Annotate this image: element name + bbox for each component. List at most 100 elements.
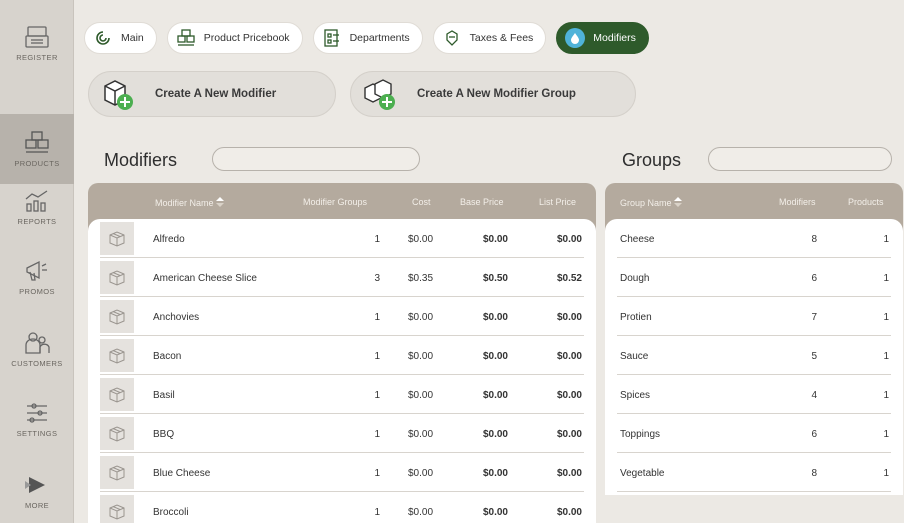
- modifier-list-price: $0.00: [556, 429, 582, 440]
- nav-more-label: MORE: [24, 501, 50, 510]
- megaphone-icon: [26, 260, 47, 281]
- create-modifier-button[interactable]: Create A New Modifier: [88, 71, 336, 117]
- tab-product-pricebook[interactable]: Product Pricebook: [166, 22, 303, 54]
- modifier-name: Basil: [153, 390, 175, 401]
- table-row[interactable]: Sauce 5 1: [605, 336, 903, 375]
- modifier-name: Broccoli: [153, 507, 189, 518]
- table-row[interactable]: Toppings 6 1: [605, 414, 903, 453]
- modifier-cost: $0.00: [408, 468, 434, 479]
- table-row[interactable]: Broccoli 1 $0.00 $0.00 $0.00: [88, 492, 596, 523]
- modifier-groups-count: 1: [374, 429, 380, 440]
- customers-icon: [25, 332, 50, 354]
- modifier-cost: $0.00: [408, 234, 434, 245]
- nav-more[interactable]: MORE: [0, 456, 74, 523]
- col-cost[interactable]: Cost: [412, 197, 431, 207]
- tab-departments-label: Departments: [349, 32, 410, 44]
- col-base-price[interactable]: Base Price: [460, 197, 504, 207]
- modifiers-table-header: Modifier Name Modifier Groups Cost Base …: [88, 183, 596, 219]
- table-row[interactable]: Protien 7 1: [605, 297, 903, 336]
- table-row[interactable]: American Cheese Slice 3 $0.35 $0.50 $0.52: [88, 258, 596, 297]
- modifier-name: Alfredo: [153, 234, 185, 245]
- tab-taxes-fees[interactable]: Taxes & Fees: [432, 22, 547, 54]
- col-modifiers[interactable]: Modifiers: [779, 197, 816, 207]
- table-row[interactable]: Blue Cheese 1 $0.00 $0.00 $0.00: [88, 453, 596, 492]
- modifier-list-price: $0.00: [556, 390, 582, 401]
- modifier-box-icon: [100, 417, 134, 450]
- group-name: Protien: [620, 312, 652, 323]
- tab-main-label: Main: [121, 32, 144, 44]
- modifiers-title: Modifiers: [104, 150, 178, 170]
- modifier-base-price: $0.00: [482, 234, 508, 245]
- modifier-cost: $0.00: [408, 312, 434, 323]
- modifier-groups-count: 1: [374, 234, 380, 245]
- register-icon: [25, 26, 49, 48]
- tab-product-pricebook-label: Product Pricebook: [203, 32, 290, 44]
- modifier-base-price: $0.00: [482, 312, 508, 323]
- group-modifiers-count: 8: [811, 468, 817, 479]
- groups-table-body: Cheese 8 1 Dough 6 1 Protien 7 1 Sauce 5 1 Spices 4 1 T…: [605, 219, 903, 495]
- sort-icon: [216, 197, 225, 207]
- group-modifiers-count: 6: [811, 273, 817, 284]
- modifier-list-price: $0.00: [556, 234, 582, 245]
- tab-modifiers-label: Modifiers: [593, 32, 636, 44]
- groups-search-input[interactable]: [708, 147, 892, 171]
- modifier-base-price: $0.00: [482, 429, 508, 440]
- col-group-name[interactable]: Group Name: [620, 197, 683, 208]
- modifier-name: Bacon: [153, 351, 182, 362]
- modifier-base-price: $0.00: [482, 390, 508, 401]
- modifier-name: Anchovies: [153, 312, 200, 323]
- sliders-icon: [27, 403, 47, 423]
- table-row[interactable]: Dough 6 1: [605, 258, 903, 297]
- nav-reports[interactable]: REPORTS: [0, 172, 74, 242]
- play-icon: [25, 477, 45, 493]
- table-row[interactable]: Anchovies 1 $0.00 $0.00 $0.00: [88, 297, 596, 336]
- group-name: Vegetable: [620, 468, 665, 479]
- modifier-groups-count: 1: [374, 468, 380, 479]
- group-products-count: 1: [883, 234, 889, 245]
- nav-products-label: PRODUCTS: [14, 159, 60, 168]
- modifier-list-price: $0.00: [556, 312, 582, 323]
- tab-main[interactable]: Main: [84, 22, 157, 54]
- modifiers-search-input[interactable]: [212, 147, 420, 171]
- table-row[interactable]: Alfredo 1 $0.00 $0.00 $0.00: [88, 219, 596, 258]
- table-row[interactable]: BBQ 1 $0.00 $0.00 $0.00: [88, 414, 596, 453]
- col-group-name-label: Group Name: [620, 198, 672, 208]
- table-row[interactable]: Spices 4 1: [605, 375, 903, 414]
- col-modifier-name[interactable]: Modifier Name: [155, 197, 225, 208]
- table-row[interactable]: Vegetable 8 1: [605, 453, 903, 492]
- nav-settings-label: SETTINGS: [16, 429, 58, 438]
- group-modifiers-count: 5: [811, 351, 817, 362]
- nav-promos[interactable]: PROMOS: [0, 242, 74, 312]
- col-list-price[interactable]: List Price: [539, 197, 576, 207]
- modifier-cost: $0.35: [408, 273, 434, 284]
- modifier-cost: $0.00: [408, 507, 434, 518]
- group-modifiers-count: 4: [811, 390, 817, 401]
- create-modifier-group-button[interactable]: Create A New Modifier Group: [350, 71, 636, 117]
- reports-icon: [25, 190, 48, 212]
- nav-register[interactable]: REGISTER: [0, 8, 74, 78]
- modifier-groups-count: 1: [374, 351, 380, 362]
- modifier-groups-count: 3: [374, 273, 380, 284]
- nav-customers[interactable]: CUSTOMERS: [0, 314, 74, 384]
- table-row[interactable]: Cheese 8 1: [605, 219, 903, 258]
- col-modifier-groups[interactable]: Modifier Groups: [303, 197, 367, 207]
- pricebook-icon: [176, 28, 196, 48]
- group-modifiers-count: 6: [811, 429, 817, 440]
- groups-table: Group Name Modifiers Products Cheese 8 1 Do…: [605, 183, 903, 495]
- modifier-name: BBQ: [153, 429, 175, 440]
- nav-register-label: REGISTER: [16, 53, 58, 62]
- table-row[interactable]: Basil 1 $0.00 $0.00 $0.00: [88, 375, 596, 414]
- col-products[interactable]: Products: [848, 197, 884, 207]
- swirl-icon: [93, 28, 113, 48]
- top-tabs: Main Product Pricebook Departments Taxes…: [84, 22, 659, 54]
- taxes-icon: [442, 28, 462, 48]
- tab-taxes-fees-label: Taxes & Fees: [469, 32, 534, 44]
- table-row[interactable]: Bacon 1 $0.00 $0.00 $0.00: [88, 336, 596, 375]
- tab-modifiers[interactable]: Modifiers: [556, 22, 649, 54]
- modifier-groups-count: 1: [374, 507, 380, 518]
- tab-departments[interactable]: Departments: [312, 22, 423, 54]
- group-modifiers-count: 7: [811, 312, 817, 323]
- sidebar: REGISTER PRODUCTS REPORTS PROMOS CUSTOME…: [0, 0, 74, 523]
- group-name: Cheese: [620, 234, 655, 245]
- nav-settings[interactable]: SETTINGS: [0, 384, 74, 454]
